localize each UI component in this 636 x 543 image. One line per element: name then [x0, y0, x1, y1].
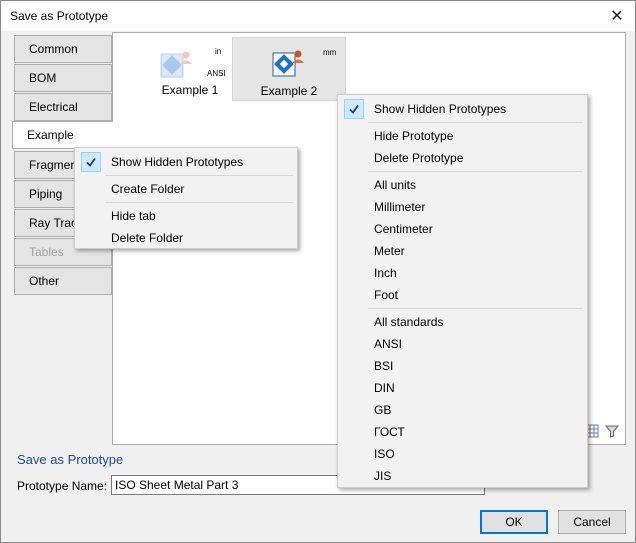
menu-item-label: Hide tab — [111, 209, 156, 223]
menu-item-show-hidden-prototypes[interactable]: Show Hidden Prototypes — [77, 151, 295, 173]
close-icon[interactable]: ✕ — [605, 4, 629, 28]
check-icon — [344, 99, 364, 119]
menu-item-jis[interactable]: JIS — [340, 465, 585, 487]
menu-item-din[interactable]: DIN — [340, 377, 585, 399]
prototype-icon — [160, 51, 192, 78]
menu-item-label: Millimeter — [374, 200, 426, 214]
filter-icon[interactable] — [604, 423, 622, 441]
menu-item-label: GB — [374, 403, 392, 417]
menu-item-gost[interactable]: ГОСТ — [340, 421, 585, 443]
menu-item-label: ANSI — [374, 337, 403, 351]
tab-electrical[interactable]: Electrical — [14, 93, 112, 121]
menu-item-hide-tab[interactable]: Hide tab — [77, 205, 295, 227]
menu-item-label: Meter — [374, 244, 405, 258]
menu-separator — [368, 171, 583, 172]
menu-item-label: ISO — [374, 447, 395, 461]
prototype-context-menu: Show Hidden Prototypes Hide Prototype De… — [337, 94, 588, 488]
prototype-label: Example 2 — [260, 84, 318, 98]
standard-tag: ANSI — [207, 69, 226, 78]
menu-item-millimeter[interactable]: Millimeter — [340, 196, 585, 218]
unit-tag: in — [215, 47, 222, 56]
menu-item-label: Foot — [374, 288, 399, 302]
menu-item-centimeter[interactable]: Centimeter — [340, 218, 585, 240]
menu-item-delete-folder[interactable]: Delete Folder — [77, 227, 295, 249]
menu-item-label: JIS — [374, 469, 392, 483]
menu-item-gb[interactable]: GB — [340, 399, 585, 421]
window-title: Save as Prototype — [10, 9, 109, 23]
menu-item-label: Inch — [374, 266, 397, 280]
menu-separator — [368, 122, 583, 123]
menu-item-delete-prototype[interactable]: Delete Prototype — [340, 147, 585, 169]
prototype-icon — [272, 50, 304, 77]
menu-item-label: ГОСТ — [374, 425, 405, 439]
unit-tag: mm — [323, 48, 337, 57]
menu-item-all-standards[interactable]: All standards — [340, 311, 585, 333]
menu-item-meter[interactable]: Meter — [340, 240, 585, 262]
prototype-label: Example 1 — [161, 83, 219, 97]
save-as-prototype-dialog: Save as Prototype ✕ Common BOM Electrica… — [0, 0, 636, 543]
prototype-item-example-2[interactable]: mm Example 2 — [232, 37, 346, 101]
ok-button[interactable]: OK — [480, 510, 548, 534]
menu-item-label: Delete Prototype — [374, 151, 464, 165]
menu-item-all-units[interactable]: All units — [340, 174, 585, 196]
menu-item-label: Hide Prototype — [374, 129, 454, 143]
menu-item-label: Create Folder — [111, 182, 185, 196]
prototype-item-example-1[interactable]: in ANSI Example 1 — [135, 39, 245, 101]
menu-item-label: Delete Folder — [111, 231, 184, 245]
prototype-name-label: Prototype Name: — [17, 479, 108, 493]
check-icon — [81, 152, 101, 172]
tab-bom[interactable]: BOM — [14, 64, 112, 92]
tab-example[interactable]: Example — [12, 121, 113, 149]
menu-item-label: DIN — [374, 381, 395, 395]
menu-separator — [105, 202, 293, 203]
menu-item-hide-prototype[interactable]: Hide Prototype — [340, 125, 585, 147]
tab-context-menu: Show Hidden Prototypes Create Folder Hid… — [74, 147, 298, 249]
menu-item-label: All units — [374, 178, 417, 192]
menu-item-label: Centimeter — [374, 222, 433, 236]
menu-item-iso[interactable]: ISO — [340, 443, 585, 465]
menu-item-foot[interactable]: Foot — [340, 284, 585, 306]
menu-item-create-folder[interactable]: Create Folder — [77, 178, 295, 200]
menu-item-ansi[interactable]: ANSI — [340, 333, 585, 355]
menu-item-bsi[interactable]: BSI — [340, 355, 585, 377]
menu-separator — [368, 308, 583, 309]
menu-item-inch[interactable]: Inch — [340, 262, 585, 284]
section-title: Save as Prototype — [17, 452, 124, 467]
menu-item-label: All standards — [374, 315, 444, 329]
menu-item-label: BSI — [374, 359, 394, 373]
menu-separator — [105, 175, 293, 176]
menu-item-show-hidden-prototypes[interactable]: Show Hidden Prototypes — [340, 98, 585, 120]
menu-item-label: Show Hidden Prototypes — [374, 102, 507, 116]
menu-item-label: Show Hidden Prototypes — [111, 155, 244, 169]
cancel-button[interactable]: Cancel — [558, 510, 626, 534]
tab-common[interactable]: Common — [14, 35, 112, 63]
title-bar: Save as Prototype ✕ — [1, 1, 635, 31]
tab-other[interactable]: Other — [14, 267, 112, 295]
